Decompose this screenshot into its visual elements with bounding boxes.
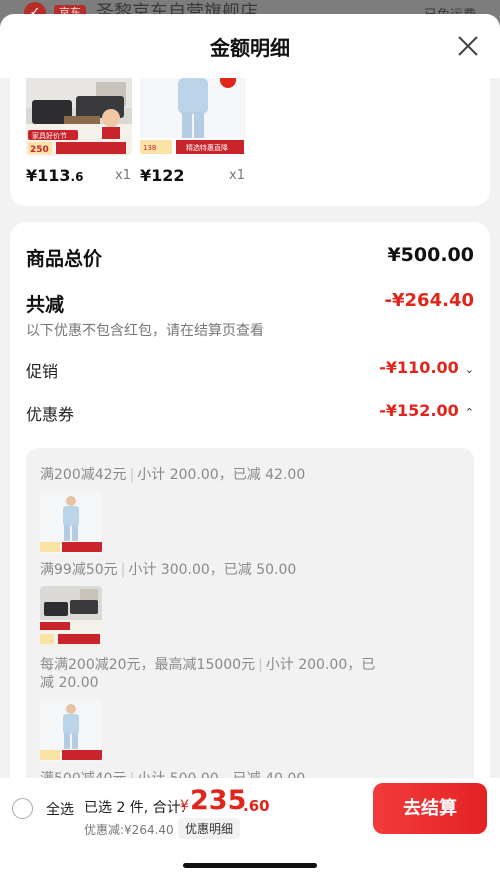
reduce-row: 共减 -¥264.40	[26, 290, 474, 316]
pajamas-thumbnail	[40, 700, 102, 762]
total-decimal: .60	[243, 797, 270, 815]
image-tag: 精选特惠直降	[186, 143, 228, 152]
image-tag: 家具好价节	[32, 131, 67, 140]
checkout-bar: 全选 已选 2 件, 合计: ¥ 235 .60 优惠减:¥264.40 优惠明…	[0, 778, 500, 882]
chevron-up-icon: ⌃	[464, 406, 474, 419]
reduce-label: 共减	[26, 294, 65, 316]
coupon-rule-line: 满99减50元 | 小计 300.00，已减 50.00	[40, 562, 297, 578]
sheet-header: 金额明细	[0, 14, 500, 78]
total-value: ¥500.00	[387, 244, 474, 266]
total-currency: ¥	[180, 798, 189, 814]
selected-count: 已选 2 件, 合计:	[84, 800, 186, 816]
promo-row[interactable]: 促销 -¥110.00 ⌄	[26, 358, 474, 382]
image-price: 250	[30, 145, 49, 155]
discount-summary: 优惠减:¥264.40	[84, 823, 174, 837]
chevron-down-icon: ⌄	[464, 363, 474, 376]
image-price: 138	[143, 144, 156, 152]
sofa-product-image: 家具好价节 250	[26, 78, 132, 156]
checkout-button[interactable]: 去结算	[373, 783, 487, 834]
promo-label: 促销	[26, 362, 59, 381]
total-label: 商品总价	[26, 248, 103, 270]
close-icon[interactable]	[456, 34, 480, 58]
product-quantity: x1	[115, 168, 131, 183]
product-price: ¥113.6	[26, 166, 84, 185]
sofa-thumbnail	[40, 586, 102, 648]
select-all-label[interactable]: 全选	[46, 799, 74, 819]
reduce-value: -¥264.40	[384, 290, 474, 311]
select-all-radio[interactable]	[12, 798, 33, 819]
total-amount: 235	[190, 785, 247, 816]
product-list: 家具好价节 250 ¥113.6 x1 138 精选特惠直降 ¥122 x1	[10, 78, 490, 206]
home-indicator	[183, 863, 317, 868]
product-quantity: x1	[229, 168, 245, 183]
product-price: ¥122	[140, 166, 185, 185]
pajamas-product-image: 138 精选特惠直降	[140, 78, 246, 156]
coupon-value: -¥152.00 ⌃	[379, 401, 474, 420]
coupon-detail-box: 满200减42元 | 小计 200.00，已减 42.00 满99减50元 | 小计 3…	[26, 448, 474, 818]
discount-detail-button[interactable]: 优惠明细	[178, 818, 241, 839]
promo-value: -¥110.00 ⌄	[379, 358, 474, 377]
coupon-rule-line: 每满200减20元，最高减15000元 | 小计 200.00，已	[40, 657, 376, 673]
coupon-rule-line: 满200减42元 | 小计 200.00，已减 42.00	[40, 467, 306, 483]
total-row: 商品总价 ¥500.00	[26, 244, 474, 270]
amount-detail-sheet: 金额明细 家具好价节 250 ¥113.6 x1 138 精选特惠直降 ¥122…	[0, 14, 500, 882]
coupon-row[interactable]: 优惠券 -¥152.00 ⌃	[26, 401, 474, 425]
sheet-title: 金额明细	[210, 36, 290, 60]
coupon-rule-line-cont: 减 20.00	[40, 675, 99, 691]
coupon-label: 优惠券	[26, 405, 75, 424]
price-summary: 商品总价 ¥500.00 共减 -¥264.40 以下优惠不包含红包，请在结算页…	[10, 222, 490, 822]
pajamas-thumbnail	[40, 492, 102, 554]
discount-note: 以下优惠不包含红包，请在结算页查看	[26, 323, 264, 339]
